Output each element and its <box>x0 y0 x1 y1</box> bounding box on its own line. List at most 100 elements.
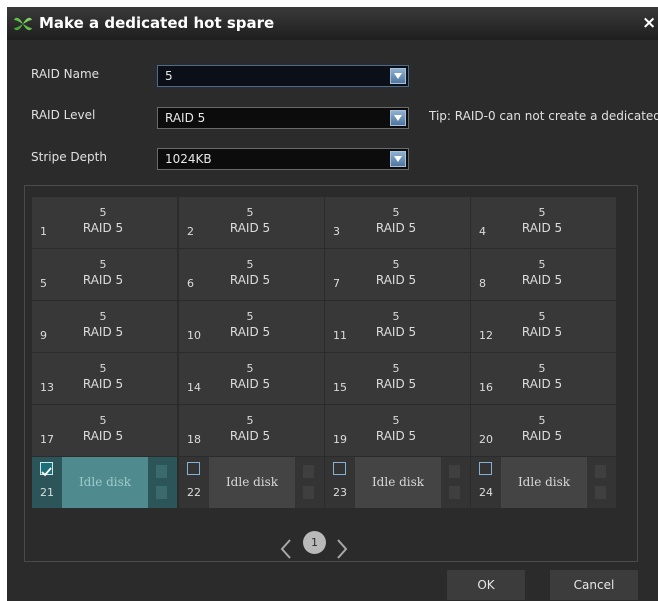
disk-raid-level: RAID 5 <box>375 221 417 235</box>
chevron-down-icon[interactable] <box>390 68 406 84</box>
disk-raid-level: RAID 5 <box>229 221 271 235</box>
disk-slot-indicator <box>595 465 606 478</box>
idle-disk-cell[interactable]: Idle disk 21 <box>32 457 177 508</box>
chevron-down-icon[interactable] <box>390 151 406 167</box>
disk-raid-level: RAID 5 <box>375 325 417 339</box>
chevron-right-icon[interactable] <box>335 537 349 561</box>
disk-raid-name: 5 <box>392 362 400 375</box>
disk-raid-name: 5 <box>99 310 107 323</box>
disk-raid-name: 5 <box>392 414 400 427</box>
disk-cell[interactable]: 5 RAID 5 13 <box>32 353 177 404</box>
idle-disk-label: Idle disk <box>78 475 132 489</box>
disk-raid-name: 5 <box>538 310 546 323</box>
stripe-depth-label: Stripe Depth <box>31 150 107 164</box>
idle-disk-cell[interactable]: Idle disk 23 <box>325 457 470 508</box>
app-logo-icon <box>14 17 32 31</box>
disk-cell[interactable]: 5 RAID 5 16 <box>471 353 616 404</box>
disk-raid-level: RAID 5 <box>82 273 124 287</box>
disk-raid-level: RAID 5 <box>521 377 563 391</box>
disk-checkbox[interactable] <box>333 462 346 475</box>
stripe-depth-value: 1024KB <box>165 152 212 166</box>
disk-cell[interactable]: 5 RAID 5 10 <box>179 301 324 352</box>
disk-cell[interactable]: 5 RAID 5 14 <box>179 353 324 404</box>
disk-cell[interactable]: 5 RAID 5 7 <box>325 249 470 300</box>
disk-number: 12 <box>479 329 493 342</box>
disk-slot-indicator <box>303 465 314 478</box>
disk-raid-level: RAID 5 <box>375 273 417 287</box>
cancel-button[interactable]: Cancel <box>550 570 638 600</box>
disk-cell[interactable]: 5 RAID 5 1 <box>32 197 177 248</box>
disk-number: 24 <box>479 486 493 499</box>
disk-cell[interactable]: 5 RAID 5 20 <box>471 405 616 456</box>
disk-cell[interactable]: 5 RAID 5 6 <box>179 249 324 300</box>
disk-number: 11 <box>333 329 347 342</box>
raid-level-value: RAID 5 <box>165 111 206 125</box>
disk-raid-name: 5 <box>538 414 546 427</box>
disk-number: 23 <box>333 486 347 499</box>
disk-number: 2 <box>187 225 194 238</box>
disk-number: 3 <box>333 225 340 238</box>
disk-number: 10 <box>187 329 201 342</box>
disk-cell[interactable]: 5 RAID 5 2 <box>179 197 324 248</box>
disk-checkbox[interactable] <box>187 462 200 475</box>
disk-number: 15 <box>333 381 347 394</box>
disk-number: 16 <box>479 381 493 394</box>
disk-raid-level: RAID 5 <box>229 325 271 339</box>
disk-checkbox[interactable] <box>40 462 53 477</box>
disk-cell[interactable]: 5 RAID 5 15 <box>325 353 470 404</box>
disk-cell[interactable]: 5 RAID 5 18 <box>179 405 324 456</box>
disk-raid-level: RAID 5 <box>521 325 563 339</box>
disk-cell[interactable]: 5 RAID 5 3 <box>325 197 470 248</box>
disk-number: 8 <box>479 277 486 290</box>
disk-raid-name: 5 <box>246 310 254 323</box>
checkmark-icon <box>41 467 52 477</box>
disk-slot-indicator <box>449 465 460 478</box>
disk-checkbox[interactable] <box>479 462 492 475</box>
disk-number: 20 <box>479 433 493 446</box>
disk-cell[interactable]: 5 RAID 5 4 <box>471 197 616 248</box>
disk-raid-level: RAID 5 <box>82 377 124 391</box>
disk-raid-name: 5 <box>99 258 107 271</box>
chevron-down-icon[interactable] <box>390 110 406 126</box>
raid-level-select[interactable]: RAID 5 <box>157 107 409 129</box>
disk-raid-name: 5 <box>246 414 254 427</box>
disk-cell[interactable]: 5 RAID 5 17 <box>32 405 177 456</box>
disk-raid-name: 5 <box>538 258 546 271</box>
page-number-button[interactable]: 1 <box>303 531 326 554</box>
disk-number: 13 <box>40 381 54 394</box>
disk-slot-indicator <box>449 486 460 499</box>
disk-number: 17 <box>40 433 54 446</box>
disk-cell[interactable]: 5 RAID 5 19 <box>325 405 470 456</box>
disk-raid-name: 5 <box>246 206 254 219</box>
disk-raid-name: 5 <box>392 310 400 323</box>
ok-button[interactable]: OK <box>447 570 525 600</box>
disk-slot-indicator <box>303 486 314 499</box>
disk-raid-level: RAID 5 <box>82 429 124 443</box>
disk-number: 5 <box>40 277 47 290</box>
idle-disk-cell[interactable]: Idle disk 24 <box>471 457 616 508</box>
close-icon[interactable]: × <box>642 13 656 33</box>
disk-number: 21 <box>40 486 54 499</box>
disk-cell[interactable]: 5 RAID 5 12 <box>471 301 616 352</box>
disk-raid-level: RAID 5 <box>229 429 271 443</box>
disk-cell[interactable]: 5 RAID 5 5 <box>32 249 177 300</box>
disk-number: 9 <box>40 329 47 342</box>
disk-raid-name: 5 <box>99 414 107 427</box>
raid-name-select[interactable]: 5 <box>157 65 409 87</box>
disk-raid-name: 5 <box>246 362 254 375</box>
disk-raid-level: RAID 5 <box>375 377 417 391</box>
disk-cell[interactable]: 5 RAID 5 9 <box>32 301 177 352</box>
disk-raid-name: 5 <box>392 206 400 219</box>
disk-cell[interactable]: 5 RAID 5 11 <box>325 301 470 352</box>
idle-disk-cell[interactable]: Idle disk 22 <box>179 457 324 508</box>
idle-disk-label: Idle disk <box>225 475 279 489</box>
stripe-depth-select[interactable]: 1024KB <box>157 148 409 170</box>
disk-number: 14 <box>187 381 201 394</box>
disk-cell[interactable]: 5 RAID 5 8 <box>471 249 616 300</box>
disk-number: 18 <box>187 433 201 446</box>
disk-raid-level: RAID 5 <box>82 221 124 235</box>
disk-number: 7 <box>333 277 340 290</box>
chevron-left-icon[interactable] <box>279 537 293 561</box>
idle-disk-label: Idle disk <box>371 475 425 489</box>
disk-raid-name: 5 <box>99 362 107 375</box>
